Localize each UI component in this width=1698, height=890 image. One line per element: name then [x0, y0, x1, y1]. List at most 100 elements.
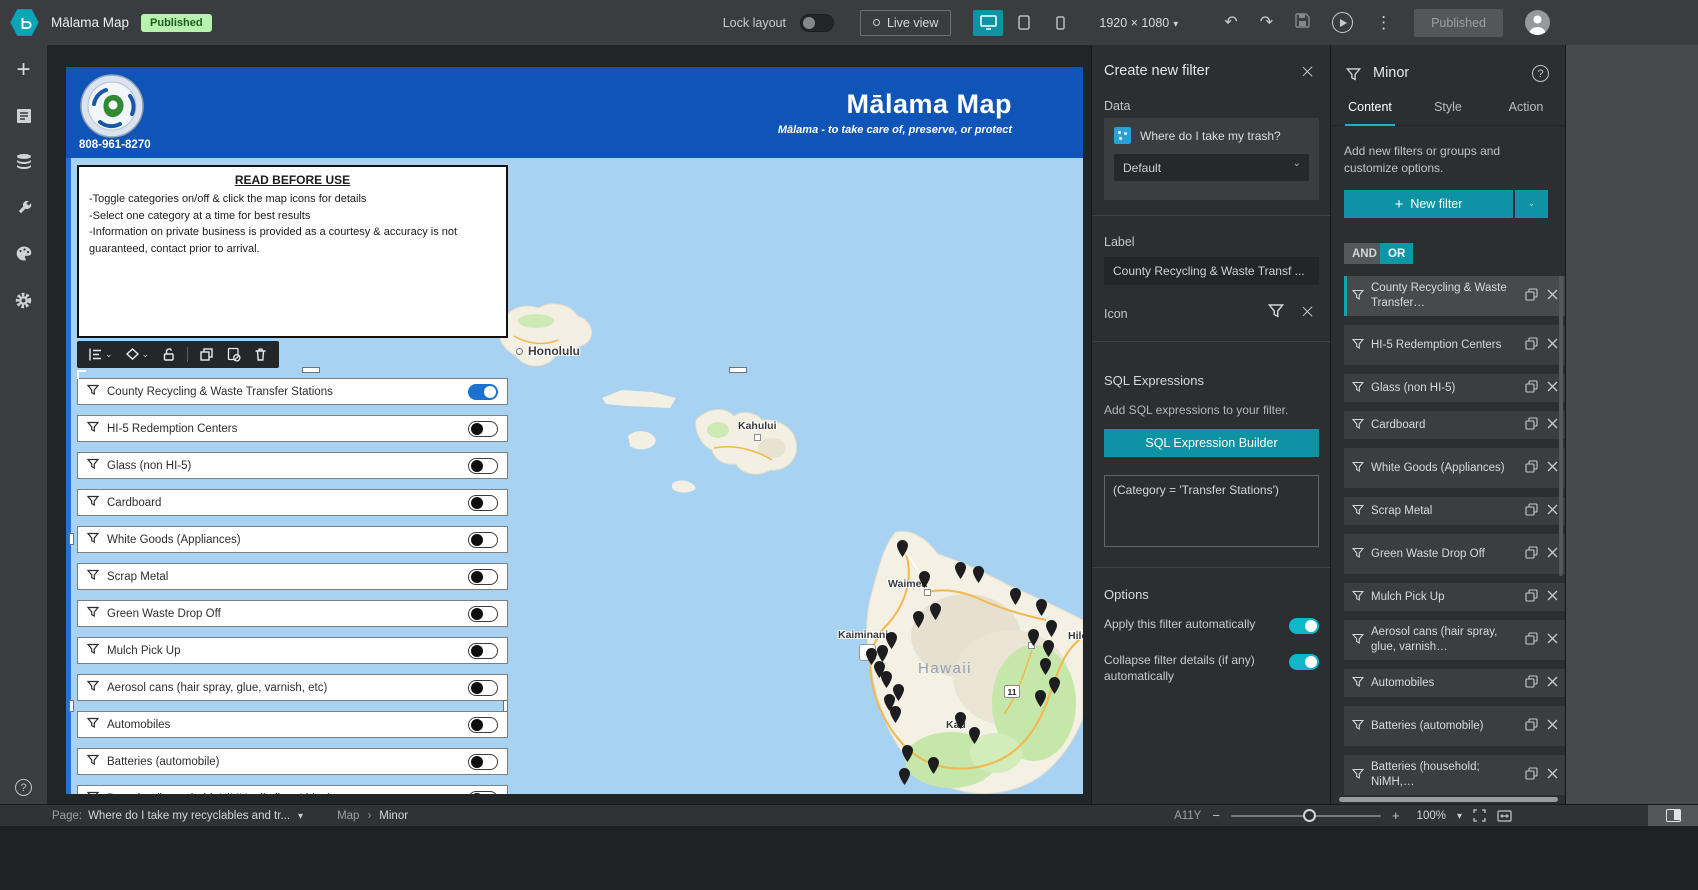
filter-settings-row[interactable]: Scrap Metal	[1344, 497, 1566, 525]
map-pin[interactable]	[1040, 658, 1051, 675]
canvas-filter-row[interactable]: Mulch Pick Up	[77, 637, 508, 664]
map-pin[interactable]	[955, 562, 966, 579]
map-pin[interactable]	[881, 671, 892, 688]
selection-corner-handle[interactable]	[77, 370, 86, 379]
duplicate-filter-button[interactable]	[1525, 589, 1538, 605]
filter-settings-row[interactable]: County Recycling & Waste Transfer…	[1344, 276, 1566, 316]
canvas-filter-row[interactable]: Cardboard	[77, 489, 508, 516]
duplicate-filter-button[interactable]	[1525, 675, 1538, 691]
help-button[interactable]: ?	[15, 779, 32, 796]
map-pin[interactable]	[1043, 640, 1054, 657]
desktop-view-button[interactable]	[973, 10, 1003, 36]
data-view-select[interactable]: Default	[1114, 154, 1309, 181]
arrange-button[interactable]	[121, 341, 154, 368]
remove-filter-button[interactable]	[1547, 768, 1558, 782]
sql-expression-builder-button[interactable]: SQL Expression Builder	[1104, 429, 1319, 457]
more-options-button[interactable]	[1375, 13, 1392, 33]
canvas-filter-toggle[interactable]	[468, 791, 498, 795]
map-pin[interactable]	[955, 712, 966, 729]
canvas-filter-row[interactable]: Scrap Metal	[77, 563, 508, 590]
map-pin[interactable]	[1010, 588, 1021, 605]
map-pin[interactable]	[877, 645, 888, 662]
remove-filter-button[interactable]	[1547, 676, 1558, 690]
remove-filter-button[interactable]	[1547, 504, 1558, 518]
remove-filter-button[interactable]	[1547, 590, 1558, 604]
filter-settings-row[interactable]: Green Waste Drop Off	[1344, 534, 1566, 574]
filter-settings-row[interactable]: Aerosol cans (hair spray, glue, varnish…	[1344, 620, 1566, 660]
filter-label-input[interactable]: County Recycling & Waste Transf ...	[1104, 257, 1319, 285]
canvas-filter-toggle[interactable]	[468, 680, 498, 696]
zoom-out-button[interactable]	[1212, 808, 1220, 823]
filter-settings-row[interactable]: Cardboard	[1344, 411, 1566, 439]
widget-help-button[interactable]: ?	[1532, 65, 1549, 82]
page-selector[interactable]: Where do I take my recyclables and tr...	[88, 810, 290, 822]
chevron-down-icon[interactable]	[1457, 810, 1462, 822]
map-pin[interactable]	[973, 566, 984, 583]
publish-button[interactable]: Published	[1414, 9, 1503, 37]
zoom-slider-handle[interactable]	[1303, 809, 1316, 822]
avatar[interactable]	[1525, 10, 1550, 35]
icon-picker-button[interactable]	[1268, 303, 1284, 322]
duplicate-filter-button[interactable]	[1525, 380, 1538, 396]
canvas-filter-row[interactable]: Automobiles	[77, 711, 508, 738]
canvas-filter-toggle[interactable]	[468, 421, 498, 437]
selection-handle[interactable]	[503, 700, 508, 712]
map-pin[interactable]	[930, 603, 941, 620]
pending-button[interactable]	[222, 341, 245, 368]
remove-filter-button[interactable]	[1547, 289, 1558, 303]
duplicate-filter-button[interactable]	[1525, 288, 1538, 304]
map-pin[interactable]	[919, 571, 930, 588]
app-canvas[interactable]: Honolulu Kahului Waimea Kaiminani Hawaii…	[66, 67, 1083, 794]
insert-widget-button[interactable]: +	[13, 59, 35, 81]
map-pin[interactable]	[913, 611, 924, 628]
zoom-in-button[interactable]	[1392, 808, 1400, 823]
canvas-filter-toggle[interactable]	[468, 495, 498, 511]
page-panel-button[interactable]	[13, 105, 35, 127]
map-pin[interactable]	[969, 727, 980, 744]
panel-scrollbar[interactable]	[1559, 276, 1563, 576]
duplicate-filter-button[interactable]	[1525, 546, 1538, 562]
selection-handle[interactable]	[69, 700, 74, 712]
canvas-filter-toggle[interactable]	[468, 569, 498, 585]
map-pin[interactable]	[890, 706, 901, 723]
canvas-filter-row[interactable]: Glass (non HI-5)	[77, 452, 508, 479]
canvas-filter-row[interactable]: Batteries (automobile)	[77, 748, 508, 775]
remove-filter-button[interactable]	[1547, 381, 1558, 395]
theme-panel-button[interactable]	[13, 243, 35, 265]
filter-settings-row[interactable]: Batteries (automobile)	[1344, 706, 1566, 746]
screen-size-selector[interactable]: 1920 × 1080	[1099, 16, 1178, 30]
duplicate-filter-button[interactable]	[1525, 503, 1538, 519]
filter-settings-row[interactable]: HI-5 Redemption Centers	[1344, 325, 1566, 365]
canvas-filter-toggle[interactable]	[468, 717, 498, 733]
canvas-filter-row[interactable]: Aerosol cans (hair spray, glue, varnish,…	[77, 674, 508, 701]
remove-filter-button[interactable]	[1547, 633, 1558, 647]
undo-button[interactable]: ↶	[1224, 15, 1237, 31]
and-mode-chip[interactable]: AND	[1344, 243, 1385, 264]
map-pin[interactable]	[1046, 620, 1057, 637]
filter-settings-row[interactable]: White Goods (Appliances)	[1344, 448, 1566, 488]
tab-content[interactable]: Content	[1331, 92, 1409, 125]
live-view-button[interactable]: Live view	[860, 10, 951, 36]
remove-filter-button[interactable]	[1547, 418, 1558, 432]
save-button[interactable]	[1295, 13, 1310, 32]
map-pin[interactable]	[1028, 629, 1039, 646]
map-pin[interactable]	[928, 757, 939, 774]
panel-horizontal-scrollbar[interactable]	[1339, 797, 1558, 802]
redo-button[interactable]: ↷	[1260, 15, 1273, 31]
delete-button[interactable]	[249, 341, 272, 368]
preview-button[interactable]	[1332, 12, 1353, 33]
sql-expression-preview[interactable]: (Category = 'Transfer Stations')	[1104, 475, 1319, 547]
canvas-filter-row[interactable]: County Recycling & Waste Transfer Statio…	[77, 378, 508, 405]
duplicate-filter-button[interactable]	[1525, 337, 1538, 353]
lock-layout-toggle[interactable]	[800, 14, 834, 32]
new-filter-button[interactable]: + New filter	[1344, 190, 1513, 218]
map-pin[interactable]	[899, 768, 910, 785]
fit-width-button[interactable]	[1497, 810, 1512, 822]
canvas-filter-row[interactable]: Green Waste Drop Off	[77, 600, 508, 627]
data-source-card[interactable]: Where do I take my trash? Default	[1104, 118, 1319, 200]
duplicate-button[interactable]	[195, 341, 218, 368]
canvas-filter-row[interactable]: Batteries (household; NiMH, alkaline, Li…	[77, 785, 508, 794]
canvas-filter-toggle[interactable]	[468, 606, 498, 622]
canvas-filter-toggle[interactable]	[468, 458, 498, 474]
toggle-right-panel-button[interactable]	[1666, 809, 1681, 822]
